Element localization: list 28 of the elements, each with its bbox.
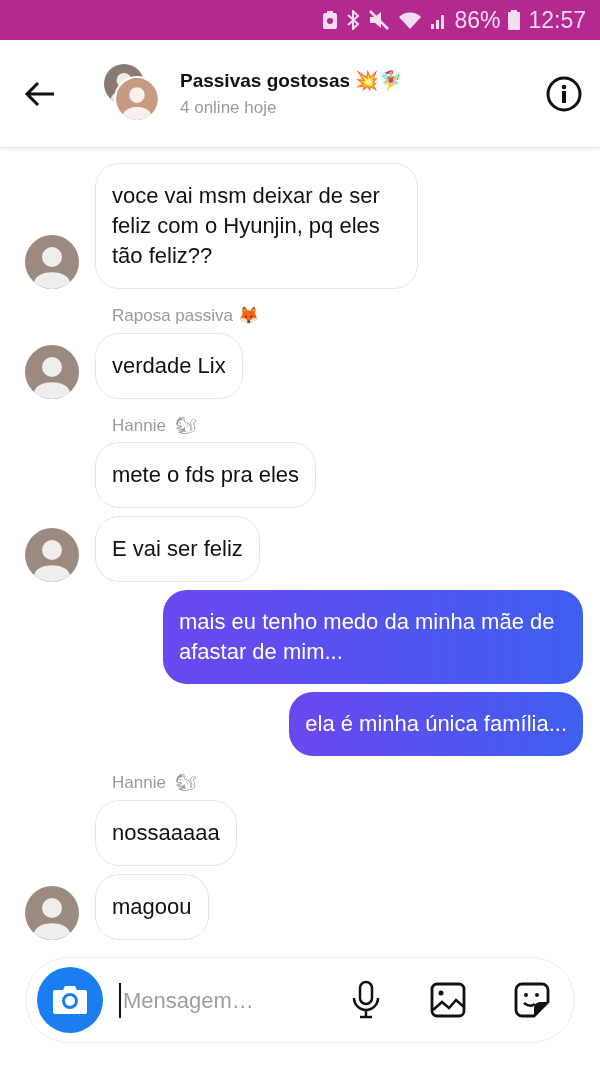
- back-icon[interactable]: [24, 79, 56, 108]
- mute-icon: [368, 10, 391, 30]
- battery-saver-icon: [322, 11, 339, 29]
- sender-name: Hannie 🐿: [112, 772, 198, 794]
- group-avatar: [114, 75, 160, 122]
- message-bubble: nossaaaaa: [95, 799, 237, 866]
- online-status: 4 online hoje: [180, 97, 278, 119]
- camera-button[interactable]: [37, 967, 103, 1033]
- clock-time: 12:57: [528, 5, 586, 35]
- message-bubble: magoou: [95, 873, 209, 940]
- message-bubble: ela é minha única família...: [289, 692, 583, 756]
- message-bubble: mete o fds pra eles: [95, 442, 317, 508]
- battery-level: 86%: [454, 5, 501, 35]
- camera-icon: [51, 984, 89, 1016]
- info-icon[interactable]: [546, 75, 582, 112]
- battery-icon: [508, 10, 521, 30]
- message-bubble: voce vai msm deixar de ser feliz com o Hyunjin, pq eles tão feliz??: [95, 163, 418, 289]
- sticker-icon[interactable]: [514, 982, 550, 1018]
- microphone-icon[interactable]: [350, 980, 382, 1020]
- chat-title: Passivas gostosas 💥🧚‍♀: [180, 68, 404, 93]
- sender-name: Hannie 🐿: [112, 414, 198, 437]
- message-bubble: verdade Lix: [95, 332, 243, 399]
- image-icon[interactable]: [430, 982, 466, 1018]
- message-bubble: E vai ser feliz: [95, 516, 260, 582]
- sender-name: Raposa passiva 🦊: [112, 305, 259, 327]
- bluetooth-icon: [346, 10, 361, 30]
- wifi-icon: [398, 10, 423, 30]
- message-bubble: mais eu tenho medo da minha mãe de afastar de mim...: [163, 590, 583, 684]
